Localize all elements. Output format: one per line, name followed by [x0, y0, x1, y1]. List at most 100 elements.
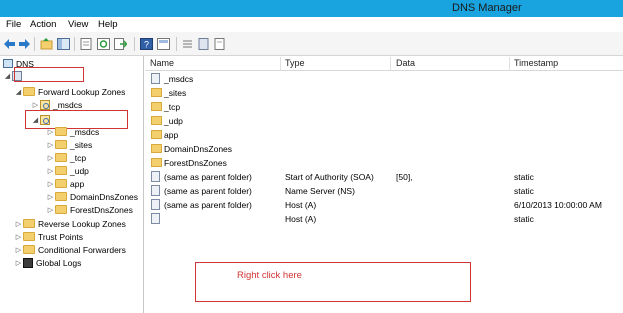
tree-item-folder[interactable]: ▷ _udp [46, 164, 89, 177]
folder-icon [55, 127, 67, 136]
folder-icon [55, 179, 67, 188]
tree-item-forward-lookup-zones[interactable]: ◢ Forward Lookup Zones [14, 85, 126, 98]
tree-item-folder[interactable]: ▷ ForestDnsZones [46, 203, 133, 216]
table-row[interactable]: (same as parent folder) Host (A) 6/10/20… [145, 198, 623, 212]
document-icon[interactable] [213, 38, 226, 50]
record-icon [151, 171, 160, 182]
folder-icon [151, 130, 162, 139]
list-item[interactable]: _sites [145, 86, 623, 100]
export-icon[interactable] [114, 38, 127, 50]
expand-arrow-icon[interactable]: ▷ [46, 128, 55, 136]
tree-item-label: _udp [70, 165, 89, 176]
expand-arrow-icon[interactable]: ▷ [14, 246, 23, 254]
tree-item-global-logs[interactable]: ▷ Global Logs [14, 256, 81, 269]
record-icon [151, 185, 160, 196]
tree-item-label: app [70, 178, 85, 189]
expand-arrow-icon[interactable]: ▷ [14, 233, 23, 241]
list-item[interactable]: DomainDnsZones [145, 142, 623, 156]
folder-icon [55, 153, 67, 162]
tree-item-folder[interactable]: ▷ DomainDnsZones [46, 190, 138, 203]
tree-item-label: DomainDnsZones [70, 191, 139, 202]
toolbar-separator [74, 37, 75, 51]
properties-icon[interactable] [80, 38, 93, 50]
expand-arrow-icon[interactable]: ▷ [46, 167, 55, 175]
tree-item-folder[interactable]: ▷ _msdcs [46, 125, 100, 138]
folder-icon [55, 166, 67, 175]
item-name: _msdcs [164, 74, 194, 84]
tree-item-label: ForestDnsZones [70, 204, 133, 215]
record-timestamp: static [514, 186, 534, 196]
record-type: Host (A) [285, 214, 317, 224]
list-item[interactable]: _tcp [145, 100, 623, 114]
records-list[interactable]: Name Type Data Timestamp _msdcs _sites _… [145, 56, 623, 313]
annotation-text: Right click here [237, 270, 302, 281]
list-item[interactable]: ForestDnsZones [145, 156, 623, 170]
column-divider[interactable] [509, 57, 510, 70]
menu-help[interactable]: Help [98, 19, 118, 30]
expand-arrow-icon[interactable]: ▷ [46, 154, 55, 162]
view-icon[interactable] [157, 38, 170, 50]
menu-bar: File Action View Help [0, 17, 623, 32]
expand-arrow-icon[interactable]: ▷ [46, 180, 55, 188]
dns-icon [3, 59, 13, 68]
toolbar-separator [34, 37, 35, 51]
expand-arrow-icon[interactable]: ▷ [14, 259, 23, 267]
menu-file[interactable]: File [6, 19, 21, 30]
expand-arrow-icon[interactable]: ▷ [46, 141, 55, 149]
folder-icon [23, 87, 35, 96]
record-name: (same as parent folder) [164, 172, 252, 182]
expand-arrow-icon[interactable]: ▷ [31, 101, 40, 109]
show-tree-icon[interactable] [57, 38, 70, 50]
collapse-arrow-icon[interactable]: ◢ [14, 88, 23, 96]
list-item[interactable]: app [145, 128, 623, 142]
column-header-type[interactable]: Type [285, 58, 305, 68]
back-arrow-icon[interactable] [3, 38, 16, 50]
record-name: (same as parent folder) [164, 200, 252, 210]
up-folder-icon[interactable] [40, 38, 53, 50]
right-click-annotation-box[interactable] [195, 262, 471, 302]
item-name: _tcp [164, 102, 181, 112]
forward-arrow-icon[interactable] [18, 38, 31, 50]
folder-icon [151, 144, 162, 153]
refresh-icon[interactable] [97, 38, 110, 50]
record-type: Start of Authority (SOA) [285, 172, 374, 182]
column-header-data[interactable]: Data [396, 58, 415, 68]
toolbar: ? [0, 32, 623, 56]
expand-arrow-icon[interactable]: ▷ [46, 193, 55, 201]
tree-item-conditional-forwarders[interactable]: ▷ Conditional Forwarders [14, 243, 126, 256]
expand-arrow-icon[interactable]: ▷ [46, 206, 55, 214]
column-header-timestamp[interactable]: Timestamp [514, 58, 558, 68]
folder-icon [55, 192, 67, 201]
tree-item-reverse-lookup-zones[interactable]: ▷ Reverse Lookup Zones [14, 217, 126, 230]
folder-icon [55, 205, 67, 214]
list-item[interactable]: _msdcs [145, 72, 623, 86]
tree-item-folder[interactable]: ▷ app [46, 177, 84, 190]
tree-item-folder[interactable]: ▷ _sites [46, 138, 92, 151]
help-icon[interactable]: ? [140, 38, 153, 50]
tree-item-label: Reverse Lookup Zones [38, 218, 126, 229]
record-name: (same as parent folder) [164, 186, 252, 196]
tree-item-label: _sites [70, 139, 93, 150]
tree-item-trust-points[interactable]: ▷ Trust Points [14, 230, 83, 243]
table-row[interactable]: (same as parent folder) Name Server (NS)… [145, 184, 623, 198]
record-data: [50], [396, 172, 413, 182]
server-icon[interactable] [197, 38, 210, 50]
column-header-name[interactable]: Name [150, 58, 174, 68]
column-divider[interactable] [280, 57, 281, 70]
svg-text:?: ? [144, 40, 149, 50]
menu-view[interactable]: View [68, 19, 88, 30]
record-timestamp: 6/10/2013 10:00:00 AM [514, 200, 602, 210]
expand-arrow-icon[interactable]: ▷ [14, 220, 23, 228]
list-header: Name Type Data Timestamp [145, 56, 623, 71]
column-divider[interactable] [390, 57, 391, 70]
highlight-box-server [14, 67, 84, 82]
tree-item-folder[interactable]: ▷ _tcp [46, 151, 86, 164]
tree-item-label: Forward Lookup Zones [38, 86, 126, 97]
list-item[interactable]: _udp [145, 114, 623, 128]
collapse-arrow-icon[interactable]: ◢ [3, 72, 12, 80]
zone-icon [40, 99, 50, 110]
list-icon[interactable] [181, 38, 194, 50]
menu-action[interactable]: Action [30, 19, 56, 30]
table-row[interactable]: Host (A) static [145, 212, 623, 226]
table-row[interactable]: (same as parent folder) Start of Authori… [145, 170, 623, 184]
